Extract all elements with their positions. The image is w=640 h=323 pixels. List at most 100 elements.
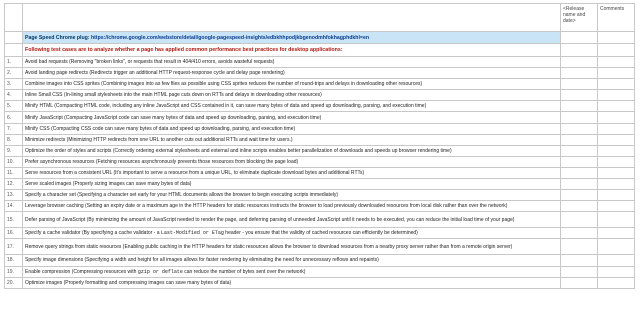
release-cell[interactable] [560,111,598,124]
test-case-description[interactable]: Optimize the order of styles and scripts… [22,144,561,157]
release-cell[interactable] [560,89,598,102]
comments-cell[interactable] [597,189,635,202]
test-case-number[interactable]: 15. [4,211,23,229]
release-cell[interactable] [560,133,598,146]
test-case-row: 16. Specify a cache validator (By specify… [4,227,635,240]
test-case-number[interactable]: 2. [4,67,23,80]
release-cell[interactable] [560,211,598,229]
comments-cell[interactable] [597,111,635,124]
test-case-row: 10. Prefer asynchronous resources (Fetchi… [4,155,635,168]
intro-comments-cell[interactable] [597,43,635,57]
release-cell[interactable] [560,265,598,278]
comments-cell[interactable] [597,78,635,91]
description-text: Remove query strings from static resourc… [25,243,513,250]
test-case-description[interactable]: Enable compression (Compressing resource… [22,265,561,278]
test-case-description[interactable]: Inline Small CSS (In-lining small styles… [22,89,561,102]
comments-cell[interactable] [597,276,635,289]
test-case-number[interactable]: 18. [4,254,23,267]
comments-cell[interactable] [597,200,635,213]
release-cell[interactable] [560,238,598,256]
description-text: Leverage browser caching (Setting an exp… [25,203,508,210]
release-column-header[interactable]: <Release name and date> [560,3,598,32]
comments-cell[interactable] [597,67,635,80]
release-cell[interactable] [560,254,598,267]
test-case-description[interactable]: Avoid bad requests (Removing "broken lin… [22,55,561,69]
test-case-number[interactable]: 13. [4,189,23,202]
header-cell-description[interactable] [22,3,561,32]
comments-cell[interactable] [597,166,635,180]
intro-text[interactable]: Following test cases are to analyze whet… [22,43,561,57]
test-case-description[interactable]: Leverage browser caching (Setting an exp… [22,200,561,213]
test-case-description[interactable]: Specify image dimensions (Specifying a w… [22,254,561,267]
comments-cell[interactable] [597,144,635,157]
test-case-description[interactable]: Avoid landing page redirects (Redirects … [22,67,561,80]
test-case-description[interactable]: Serve resources from a consistent URL (I… [22,166,561,180]
release-cell[interactable] [560,178,598,191]
release-cell[interactable] [560,189,598,202]
test-case-number[interactable]: 10. [4,155,23,168]
comments-cell[interactable] [597,238,635,256]
header-cell-number[interactable] [4,3,23,32]
test-case-number[interactable]: 12. [4,178,23,191]
test-case-description[interactable]: Defer parsing of JavaScript (By minimizi… [22,211,561,229]
intro-release-cell[interactable] [560,43,598,57]
comments-cell[interactable] [597,265,635,278]
test-case-number[interactable]: 5. [4,100,23,113]
test-case-number[interactable]: 4. [4,89,23,102]
test-case-number[interactable]: 16. [4,227,23,240]
test-case-description[interactable]: Prefer asynchronous resources (Fetching … [22,155,561,168]
test-case-number[interactable]: 11. [4,166,23,180]
comments-cell[interactable] [597,122,635,135]
test-case-description[interactable]: Combine images into CSS sprites (Combini… [22,78,561,91]
banner-comments-cell[interactable] [597,31,635,44]
banner-release-cell[interactable] [560,31,598,44]
release-cell[interactable] [560,276,598,289]
description-text: Optimize images (Properly formatting and… [25,279,232,286]
release-cell[interactable] [560,122,598,135]
comments-cell[interactable] [597,89,635,102]
comments-cell[interactable] [597,227,635,240]
test-case-number[interactable]: 17. [4,238,23,256]
comments-cell[interactable] [597,55,635,69]
release-cell[interactable] [560,144,598,157]
release-cell[interactable] [560,155,598,168]
test-case-description[interactable]: Minimize redirects (Minimizing HTTP redi… [22,133,561,146]
test-case-number[interactable]: 1. [4,55,23,69]
test-case-description[interactable]: Optimize images (Properly formatting and… [22,276,561,289]
test-case-number[interactable]: 9. [4,144,23,157]
description-text: can reduce the number of bytes sent over… [182,268,306,275]
comments-cell[interactable] [597,211,635,229]
release-cell[interactable] [560,100,598,113]
release-cell[interactable] [560,78,598,91]
test-case-description[interactable]: Minify JavaScript (Compacting JavaScript… [22,111,561,124]
test-case-number[interactable]: 14. [4,200,23,213]
release-cell[interactable] [560,200,598,213]
test-case-number[interactable]: 19. [4,265,23,278]
banner-num-cell[interactable] [4,31,23,44]
test-case-description[interactable]: Minify HTML (Compacting HTML code, inclu… [22,100,561,113]
test-case-number[interactable]: 6. [4,111,23,124]
plugin-banner-cell[interactable]: Page Speed Chrome plug: https://chrome.g… [22,31,561,44]
test-case-description[interactable]: Serve scaled images (Properly sizing ima… [22,178,561,191]
test-case-description[interactable]: Minify CSS (Compacting CSS code can save… [22,122,561,135]
test-case-number[interactable]: 3. [4,78,23,91]
intro-num-cell[interactable] [4,43,23,57]
comments-cell[interactable] [597,100,635,113]
test-case-number[interactable]: 8. [4,133,23,146]
test-case-number[interactable]: 7. [4,122,23,135]
comments-cell[interactable] [597,133,635,146]
test-case-row: 18. Specify image dimensions (Specifying … [4,254,635,267]
comments-cell[interactable] [597,254,635,267]
release-cell[interactable] [560,166,598,180]
release-cell[interactable] [560,55,598,69]
test-case-description[interactable]: Specify a character set (Specifying a ch… [22,189,561,202]
comments-cell[interactable] [597,155,635,168]
comments-cell[interactable] [597,178,635,191]
test-case-description[interactable]: Specify a cache validator (By specifying… [22,227,561,240]
plugin-link[interactable]: https://chrome.google.com/webstore/detai… [91,35,369,41]
release-cell[interactable] [560,227,598,240]
test-case-number[interactable]: 20. [4,276,23,289]
test-case-description[interactable]: Remove query strings from static resourc… [22,238,561,256]
comments-column-header[interactable]: Comments [597,3,635,32]
release-cell[interactable] [560,67,598,80]
